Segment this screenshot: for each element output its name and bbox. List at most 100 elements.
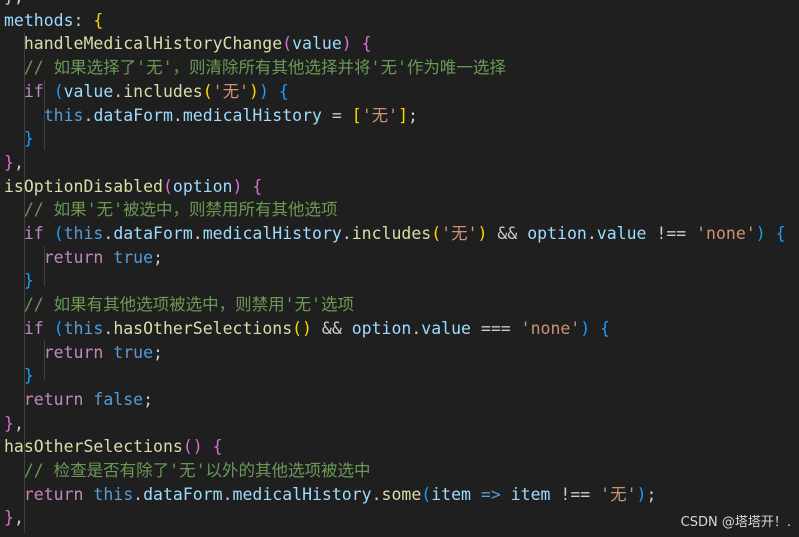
code-token: , <box>13 152 24 172</box>
code-line[interactable]: return true; <box>4 341 163 365</box>
code-token: includes <box>351 224 432 243</box>
code-token: // 如果'无'被选中，则禁用所有其他选项 <box>23 200 338 220</box>
code-token: . <box>113 81 124 101</box>
code-line[interactable]: if (this.dataForm.medicalHistory.include… <box>4 222 786 246</box>
code-token: '无' <box>212 81 250 101</box>
code-token: : <box>73 10 94 30</box>
code-token: !== <box>646 224 697 243</box>
code-token: && <box>487 224 528 243</box>
code-token: { <box>775 224 786 243</box>
code-token: { <box>361 34 372 54</box>
code-token: [ <box>351 105 362 125</box>
code-token: . <box>411 318 422 338</box>
code-line[interactable]: // 如果'无'被选中，则禁用所有其他选项 <box>4 198 338 222</box>
code-line[interactable]: return true; <box>4 246 163 270</box>
code-token: this <box>63 318 104 338</box>
code-token: }, <box>4 0 24 6</box>
code-token: } <box>4 152 14 172</box>
code-line[interactable]: // 如果选择了'无'，则清除所有其他选择并将'无'作为唯一选择 <box>4 56 506 80</box>
code-token: { <box>93 10 104 30</box>
code-line[interactable]: hasOtherSelections() { <box>4 435 223 459</box>
code-token: && <box>312 318 352 338</box>
code-token: false <box>93 389 144 409</box>
code-line[interactable]: methods: { <box>4 9 103 33</box>
code-token: handleMedicalHistoryChange <box>23 34 283 54</box>
code-token: if <box>23 318 44 338</box>
code-token: , <box>13 508 24 528</box>
code-token: } <box>23 129 34 149</box>
code-token: . <box>103 318 114 338</box>
code-token: option <box>172 176 233 196</box>
code-line[interactable]: return this.dataForm.medicalHistory.some… <box>4 483 657 507</box>
code-line[interactable]: } <box>4 269 34 293</box>
code-editor[interactable]: },methods: { handleMedicalHistoryChange(… <box>0 0 799 537</box>
code-token: ( <box>282 34 293 54</box>
code-token: ( <box>431 224 442 243</box>
code-token: if <box>23 224 44 243</box>
code-line[interactable]: }, <box>4 506 24 530</box>
code-token: , <box>13 413 24 433</box>
code-token: some <box>381 484 422 504</box>
code-line[interactable]: if (value.includes('无')) { <box>4 80 289 104</box>
code-token: ) <box>636 484 647 504</box>
code-token: ; <box>408 105 418 125</box>
code-token: includes <box>123 81 203 101</box>
code-line[interactable]: }, <box>4 412 24 436</box>
code-line[interactable]: handleMedicalHistoryChange(value) { <box>4 32 372 56</box>
code-token: ; <box>646 484 657 504</box>
code-token: ) <box>232 176 243 196</box>
code-token: return <box>23 484 84 504</box>
code-token: if <box>23 81 44 101</box>
code-line[interactable]: this.dataForm.medicalHistory = ['无']; <box>4 104 418 128</box>
code-token: ( <box>53 318 64 338</box>
code-token: . <box>371 484 382 504</box>
code-token: . <box>133 484 144 504</box>
code-token: { <box>212 437 223 457</box>
code-token: ; <box>153 247 163 267</box>
code-token: item <box>510 484 551 504</box>
code-token: ( <box>53 224 64 243</box>
code-token: ) <box>341 34 352 54</box>
code-line[interactable]: return false; <box>4 388 153 412</box>
code-line[interactable]: isOptionDisabled(option) { <box>4 175 262 199</box>
code-token: methods <box>4 10 74 30</box>
code-token: option <box>351 318 412 338</box>
code-token: } <box>23 366 34 386</box>
code-token: ) <box>755 224 766 243</box>
code-line[interactable]: }, <box>4 0 24 9</box>
code-line[interactable]: } <box>4 127 34 151</box>
code-token: !== <box>550 484 601 504</box>
code-token: . <box>172 105 183 125</box>
code-token: ( <box>202 81 213 101</box>
code-token: value <box>421 318 471 338</box>
code-token: // 检查是否有除了'无'以外的其他选项被选中 <box>23 461 371 480</box>
code-token: = <box>321 105 352 125</box>
code-line[interactable]: // 如果有其他选项被选中，则禁用'无'选项 <box>4 293 354 317</box>
code-line[interactable]: } <box>4 364 34 388</box>
code-token: // 如果有其他选项被选中，则禁用'无'选项 <box>23 295 355 315</box>
code-token: true <box>113 342 154 362</box>
code-token: ) <box>258 81 269 101</box>
code-token: medicalHistory <box>202 224 342 243</box>
code-line[interactable]: // 检查是否有除了'无'以外的其他选项被选中 <box>4 459 371 483</box>
code-token: item <box>431 484 471 504</box>
code-line[interactable]: }, <box>4 151 24 175</box>
code-token: ; <box>143 389 154 409</box>
csdn-watermark: CSDN @塔塔开！. <box>680 515 791 530</box>
code-line[interactable]: if (this.hasOtherSelections() && option.… <box>4 317 610 341</box>
code-token: . <box>586 224 597 243</box>
code-token: value <box>63 81 114 101</box>
